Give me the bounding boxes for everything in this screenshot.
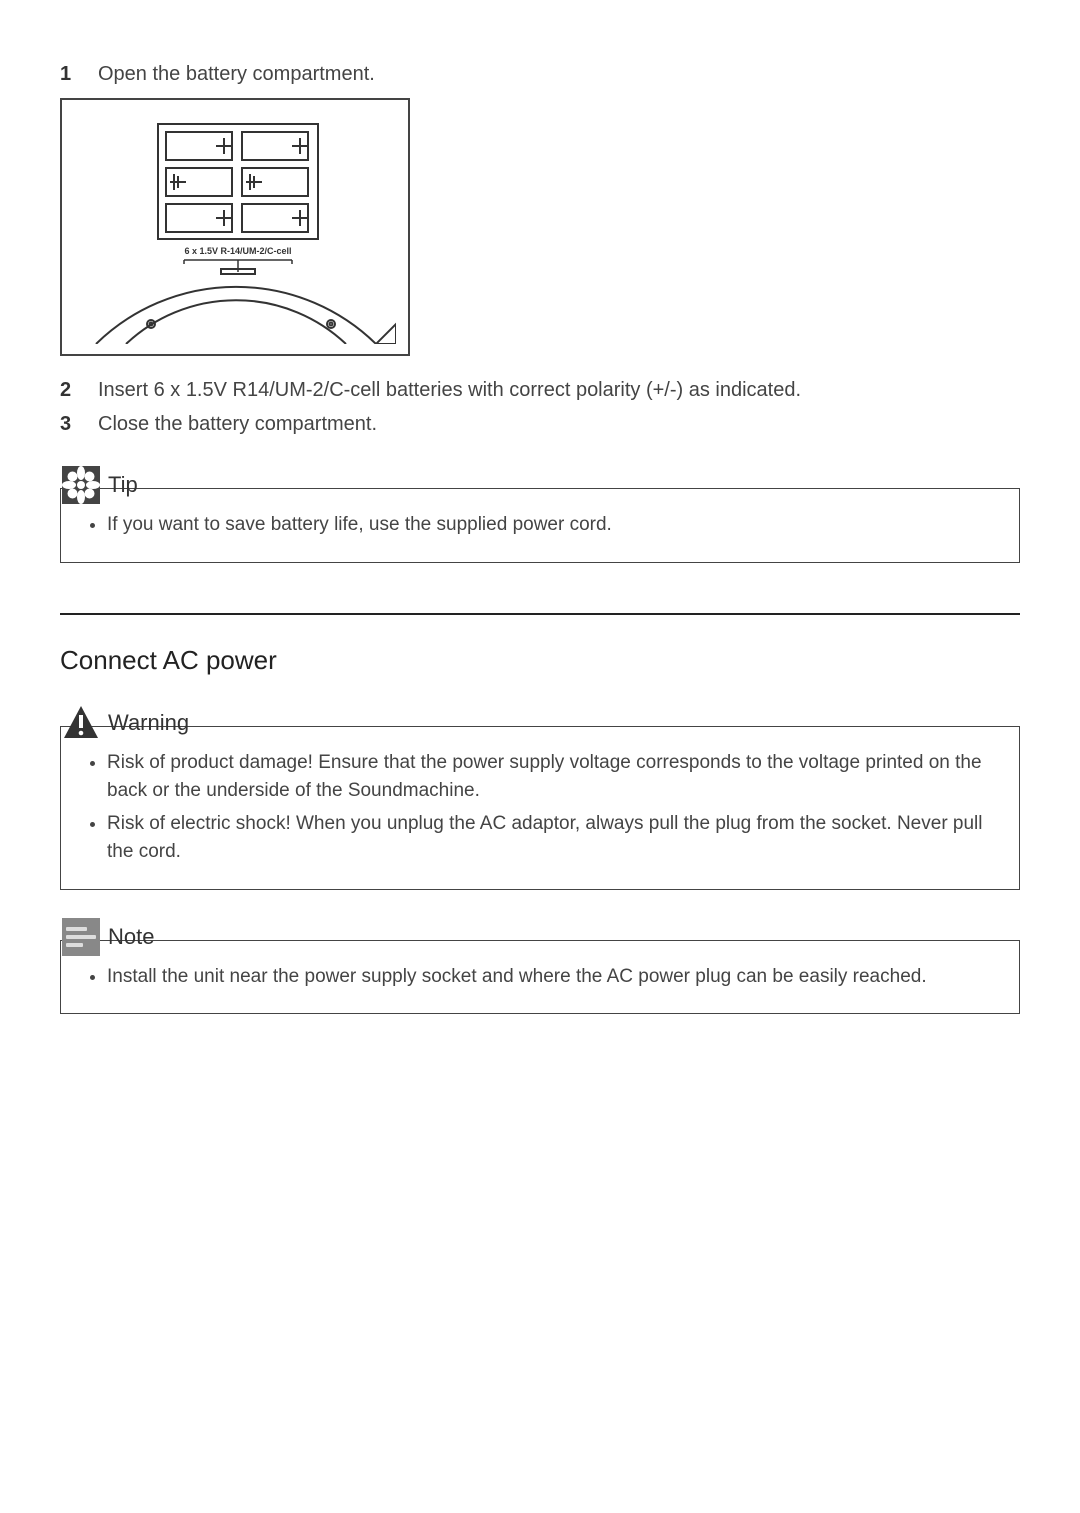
warning-list: Risk of product damage! Ensure that the …	[79, 749, 1001, 867]
warning-title: Warning	[108, 710, 189, 736]
step-text: Open the battery compartment.	[98, 60, 1020, 88]
tip-icon	[62, 466, 100, 504]
section-separator	[60, 613, 1020, 615]
note-box: Install the unit near the power supply s…	[60, 940, 1020, 1015]
warning-box: Risk of product damage! Ensure that the …	[60, 726, 1020, 890]
step-text: Insert 6 x 1.5V R14/UM-2/C-cell batterie…	[98, 376, 1020, 404]
note-title: Note	[108, 924, 154, 950]
step-number: 3	[60, 410, 98, 438]
step-text: Close the battery compartment.	[98, 410, 1020, 438]
step-number: 2	[60, 376, 98, 404]
note-icon	[62, 918, 100, 956]
step-row: 2 Insert 6 x 1.5V R14/UM-2/C-cell batter…	[60, 376, 1020, 404]
list-item: Risk of electric shock! When you unplug …	[107, 810, 1001, 867]
warning-icon	[62, 704, 100, 742]
list-item: Install the unit near the power supply s…	[107, 963, 1001, 992]
tip-list: If you want to save battery life, use th…	[79, 511, 1001, 540]
tip-callout: Tip If you want to save battery life, us…	[60, 488, 1020, 563]
note-list: Install the unit near the power supply s…	[79, 963, 1001, 992]
step-row: 1 Open the battery compartment.	[60, 60, 1020, 88]
diagram-caption: 6 x 1.5V R-14/UM-2/C-cell	[184, 246, 291, 256]
battery-diagram-svg: 6 x 1.5V R-14/UM-2/C-cell	[76, 114, 396, 344]
list-item: Risk of product damage! Ensure that the …	[107, 749, 1001, 806]
warning-callout: Warning Risk of product damage! Ensure t…	[60, 726, 1020, 890]
tip-box: If you want to save battery life, use th…	[60, 488, 1020, 563]
page: 1 Open the battery compartment.	[0, 0, 1080, 1513]
list-item: If you want to save battery life, use th…	[107, 511, 1001, 540]
battery-diagram: 6 x 1.5V R-14/UM-2/C-cell	[60, 98, 410, 356]
note-callout: Note Install the unit near the power sup…	[60, 940, 1020, 1015]
tip-title: Tip	[108, 472, 138, 498]
step-row: 3 Close the battery compartment.	[60, 410, 1020, 438]
section-title: Connect AC power	[60, 645, 1020, 676]
step-number: 1	[60, 60, 98, 88]
